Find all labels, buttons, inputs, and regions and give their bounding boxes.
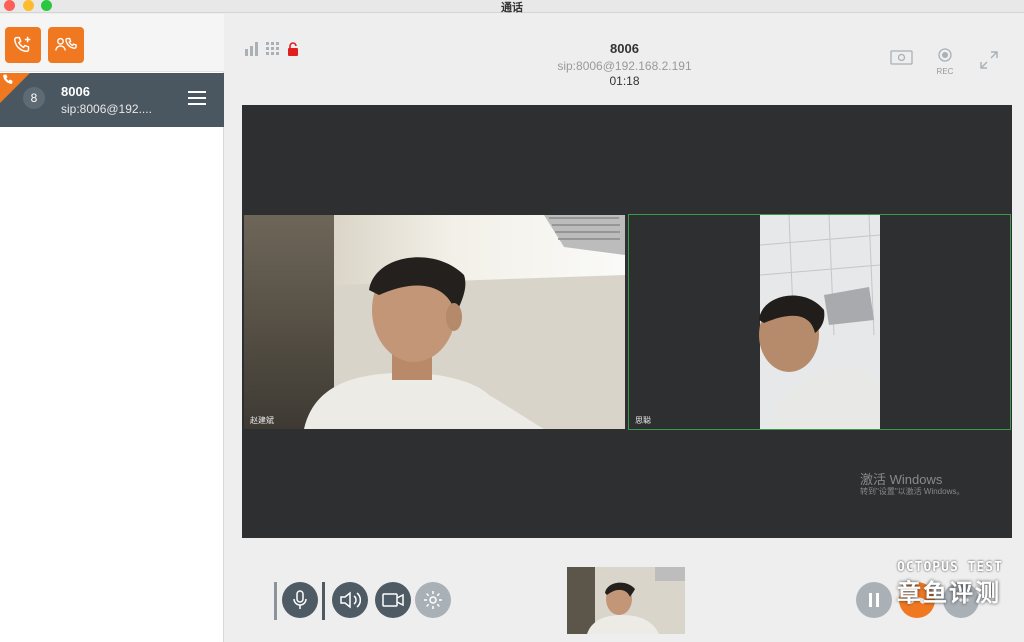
hold-button[interactable]	[856, 582, 892, 618]
hamburger-menu-icon[interactable]	[188, 90, 206, 106]
brand-watermark: OCTOPUS TEST 章鱼评测	[897, 560, 1003, 608]
speaker-icon	[340, 591, 361, 609]
call-panel: 8006 sip:8006@192.168.2.191 01:18 REC 赵建…	[225, 14, 1024, 642]
os-activation-watermark-subtitle: 转到"设置"以激活 Windows。	[860, 487, 965, 496]
fullscreen-icon[interactable]	[979, 50, 999, 70]
avatar: 8	[23, 87, 45, 109]
camera-button[interactable]	[375, 582, 411, 618]
window-titlebar: 通话	[0, 0, 1024, 14]
participant-name-label: 思聪	[635, 416, 651, 425]
conference-call-icon	[55, 37, 77, 51]
speaker-level-bar	[322, 582, 325, 620]
video-tile-active[interactable]: 思聪	[628, 214, 1011, 430]
call-duration: 01:18	[609, 74, 640, 88]
video-tile[interactable]: 赵建斌	[244, 215, 625, 429]
record-button[interactable]: REC	[934, 48, 956, 76]
call-list-item[interactable]: 8 8006 sip:8006@192....	[0, 73, 224, 127]
add-call-button[interactable]	[5, 27, 41, 63]
participant-video	[629, 215, 1010, 429]
participant-name-label: 赵建斌	[250, 416, 274, 425]
microphone-icon	[293, 590, 307, 609]
brand-watermark-cn: 章鱼评测	[897, 580, 1001, 607]
microphone-button[interactable]	[282, 582, 318, 618]
incoming-call-icon	[3, 74, 13, 84]
call-sip-address: sip:8006@192....	[61, 102, 152, 116]
window-title: 通话	[501, 2, 523, 14]
call-name: 8006	[61, 84, 90, 99]
add-call-icon	[14, 36, 31, 53]
pause-icon	[869, 593, 879, 607]
sidebar-toolbar	[0, 14, 224, 72]
settings-icon	[424, 591, 442, 609]
settings-button[interactable]	[415, 582, 451, 618]
screen-share-icon[interactable]	[890, 50, 913, 66]
record-icon	[938, 48, 952, 62]
conference-call-button[interactable]	[48, 27, 84, 63]
speaker-button[interactable]	[332, 582, 368, 618]
participant-video	[244, 215, 625, 429]
camera-icon	[382, 593, 404, 607]
video-area: 赵建斌 思聪 激活 Windows 转到"设置"以激活 Windows。	[242, 105, 1012, 538]
record-label: REC	[936, 67, 954, 76]
sidebar: 8 8006 sip:8006@192....	[0, 14, 224, 642]
self-preview-video[interactable]	[567, 567, 685, 634]
self-preview-image	[567, 567, 685, 634]
mic-level-bar	[274, 582, 277, 620]
